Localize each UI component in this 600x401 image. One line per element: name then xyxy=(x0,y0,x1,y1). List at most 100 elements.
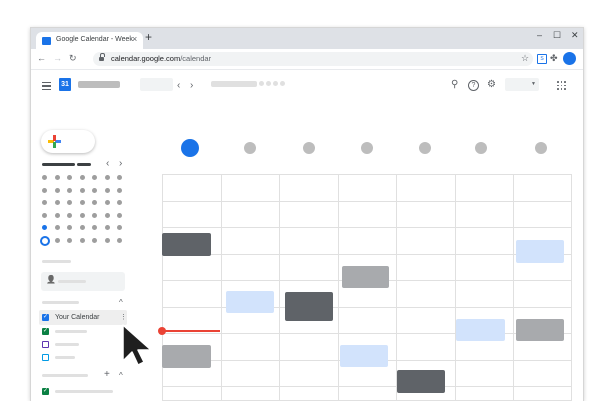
puzzle-extensions-icon[interactable]: ✤ xyxy=(550,53,558,64)
event-block[interactable] xyxy=(162,233,211,256)
calendar-checkbox-purple[interactable] xyxy=(42,341,49,348)
mini-calendar-day[interactable] xyxy=(42,212,47,218)
your-calendar-checkbox[interactable]: ✓ xyxy=(42,314,49,321)
mini-calendar-day[interactable] xyxy=(117,175,122,180)
event-block[interactable] xyxy=(397,370,445,393)
day-header[interactable] xyxy=(361,142,373,154)
next-week-icon[interactable]: › xyxy=(190,80,193,91)
tab-close-icon[interactable]: × xyxy=(132,34,137,44)
calendar-checkbox-cyan[interactable] xyxy=(42,354,49,361)
day-header[interactable] xyxy=(419,142,431,154)
calendar-options-icon[interactable]: ⋮ xyxy=(120,313,127,321)
reload-icon[interactable]: ↻ xyxy=(69,53,77,64)
main-menu-icon[interactable] xyxy=(42,82,51,92)
minimize-button[interactable]: – xyxy=(537,30,542,40)
other-calendars-collapse-icon[interactable]: ^ xyxy=(119,371,123,380)
mini-calendar-day[interactable] xyxy=(92,175,97,180)
mini-calendar-day[interactable] xyxy=(79,187,85,193)
mini-calendar-day[interactable] xyxy=(54,200,60,205)
mini-calendar-day[interactable] xyxy=(104,175,110,180)
event-block[interactable] xyxy=(516,240,564,263)
prev-week-icon[interactable]: ‹ xyxy=(177,80,180,91)
help-icon[interactable]: ? xyxy=(468,80,479,91)
tab-google-calendar[interactable]: Google Calendar - Week × xyxy=(36,32,143,49)
settings-gear-icon[interactable]: ⚙ xyxy=(487,79,496,90)
mini-calendar-day[interactable] xyxy=(67,212,72,218)
event-block[interactable] xyxy=(285,292,333,321)
mini-calendar-day[interactable] xyxy=(42,225,47,230)
mini-calendar-day[interactable] xyxy=(104,187,110,193)
event-block[interactable] xyxy=(162,345,211,368)
create-button[interactable] xyxy=(41,130,95,153)
event-block[interactable] xyxy=(340,345,388,367)
address-bar[interactable]: calendar.google.com/calendar ☆ xyxy=(93,52,533,66)
mini-calendar-day[interactable] xyxy=(79,212,85,218)
mini-calendar-day[interactable] xyxy=(67,187,72,193)
mini-prev-month-icon[interactable]: ‹ xyxy=(106,158,109,169)
mini-calendar-day[interactable] xyxy=(67,200,72,205)
my-calendars-header-placeholder[interactable] xyxy=(42,301,79,304)
mini-calendar-day[interactable] xyxy=(117,187,122,193)
event-block[interactable] xyxy=(456,319,505,341)
my-calendars-collapse-icon[interactable]: ^ xyxy=(119,298,123,307)
bookmark-star-icon[interactable]: ☆ xyxy=(521,53,529,64)
other-calendars-header-placeholder[interactable] xyxy=(42,374,88,377)
today-button[interactable] xyxy=(140,78,173,91)
event-block[interactable] xyxy=(226,291,274,313)
mini-calendar-day[interactable] xyxy=(92,225,97,230)
mini-calendar-day[interactable] xyxy=(67,225,72,230)
mini-calendar-day[interactable] xyxy=(42,200,47,205)
calendar-checkbox-green[interactable]: ✓ xyxy=(42,328,49,335)
day-header[interactable] xyxy=(244,142,256,154)
mini-calendar-day[interactable] xyxy=(79,200,85,205)
event-block[interactable] xyxy=(516,319,564,341)
mini-calendar-day[interactable] xyxy=(54,237,60,243)
forward-arrow-icon[interactable]: → xyxy=(53,53,62,63)
mini-calendar-day[interactable] xyxy=(92,212,97,218)
mini-calendar-day[interactable] xyxy=(104,225,110,230)
mini-calendar-day[interactable] xyxy=(54,212,60,218)
mini-calendar-day[interactable] xyxy=(104,200,110,205)
mini-calendar-day[interactable] xyxy=(42,187,47,193)
mini-calendar-day[interactable] xyxy=(92,237,97,243)
mini-calendar-day[interactable] xyxy=(67,237,72,243)
mini-calendar-day[interactable] xyxy=(79,225,85,230)
profile-avatar[interactable] xyxy=(563,52,576,65)
mini-calendar-day[interactable] xyxy=(117,200,122,205)
add-other-calendar-icon[interactable]: + xyxy=(104,369,110,380)
checkmark-icon: ✓ xyxy=(42,314,49,320)
search-icon[interactable]: ⚲ xyxy=(451,79,458,90)
maximize-button[interactable]: ☐ xyxy=(553,30,561,41)
mini-calendar-day[interactable] xyxy=(54,175,60,180)
extension-icon[interactable]: S xyxy=(537,54,547,64)
mini-calendar-day[interactable] xyxy=(79,175,85,180)
mini-calendar-day[interactable] xyxy=(67,175,72,180)
checkmark-icon: ✓ xyxy=(42,388,49,394)
day-header[interactable] xyxy=(303,142,315,154)
event-block[interactable] xyxy=(342,266,389,288)
mini-calendar-day[interactable] xyxy=(79,237,85,243)
mini-calendar-today[interactable] xyxy=(40,236,50,246)
grid-column-line xyxy=(221,174,222,401)
search-for-people-input[interactable]: 👤 xyxy=(41,272,125,291)
mini-calendar-day[interactable] xyxy=(104,237,110,243)
other-calendar-checkbox[interactable]: ✓ xyxy=(42,388,49,395)
new-tab-button[interactable]: + xyxy=(145,30,152,44)
back-arrow-icon[interactable]: ← xyxy=(37,53,46,63)
browser-menu-icon[interactable]: ⋮ xyxy=(581,53,583,64)
mini-calendar-day[interactable] xyxy=(117,212,122,218)
mini-calendar-day[interactable] xyxy=(92,187,97,193)
mini-calendar-day[interactable] xyxy=(54,225,60,230)
day-header[interactable] xyxy=(475,142,487,154)
mini-next-month-icon[interactable]: › xyxy=(119,158,122,169)
google-apps-icon[interactable] xyxy=(557,81,566,90)
close-window-button[interactable]: ✕ xyxy=(571,30,579,41)
mini-calendar-day[interactable] xyxy=(117,237,122,243)
mini-calendar-day[interactable] xyxy=(117,225,122,230)
day-header[interactable] xyxy=(535,142,547,154)
day-header-today[interactable] xyxy=(181,139,199,157)
mini-calendar-day[interactable] xyxy=(54,187,60,193)
mini-calendar-day[interactable] xyxy=(104,212,110,218)
mini-calendar-day[interactable] xyxy=(42,175,47,180)
mini-calendar-day[interactable] xyxy=(92,200,97,205)
